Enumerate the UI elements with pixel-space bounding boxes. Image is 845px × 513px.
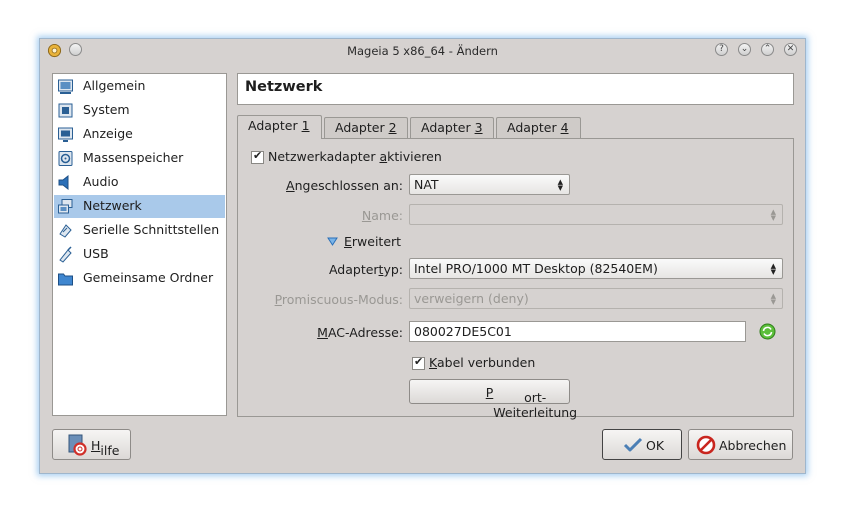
cable-connected-label[interactable]: Kabel verbunden bbox=[429, 355, 535, 370]
tab-label: Adapter bbox=[507, 120, 561, 135]
tab-label: Adapter bbox=[421, 120, 475, 135]
help-lifebuoy-icon bbox=[68, 434, 87, 456]
name-label: Name: bbox=[361, 208, 403, 223]
general-icon bbox=[58, 79, 73, 94]
sidebar-item-massenspeicher[interactable]: Massenspeicher bbox=[54, 147, 225, 170]
adapter-type-select[interactable]: Intel PRO/1000 MT Desktop (82540EM) ▲ ▼ bbox=[409, 258, 783, 279]
promiscuous-value: verweigern (deny) bbox=[414, 291, 529, 306]
adapter-type-label: Adaptertyp: bbox=[328, 262, 403, 277]
cancel-button-label: Abbrechen bbox=[719, 438, 787, 453]
attached-to-label: Angeschlossen an: bbox=[286, 178, 403, 193]
sidebar-item-label: Allgemein bbox=[83, 78, 146, 93]
tab-adapter-2[interactable]: Adapter 2 bbox=[324, 117, 408, 138]
tab-mnemonic: 1 bbox=[301, 118, 310, 133]
help-icon[interactable]: ? bbox=[715, 43, 728, 56]
sidebar-item-netzwerk[interactable]: Netzwerk bbox=[54, 195, 225, 218]
sidebar-item-label: System bbox=[83, 102, 130, 117]
sidebar-item-serielle-schnittstellen[interactable]: Serielle Schnittstellen bbox=[54, 219, 225, 242]
network-icon bbox=[58, 199, 73, 214]
title-bar[interactable]: Mageia 5 x86_64 - Ändern ? ⌄ ⌃ ✕ bbox=[40, 39, 805, 63]
tab-mnemonic: 2 bbox=[388, 120, 397, 135]
tab-adapter-3[interactable]: Adapter 3 bbox=[410, 117, 494, 138]
updown-arrow-icon: ▲ ▼ bbox=[557, 178, 563, 192]
sidebar-item-label: Audio bbox=[83, 174, 119, 189]
mac-address-field[interactable] bbox=[410, 322, 745, 341]
enable-adapter-label[interactable]: Netzwerkadapter aktivieren bbox=[268, 149, 442, 164]
usb-icon bbox=[59, 246, 72, 263]
help-button-label: Hilfe bbox=[91, 438, 120, 458]
mac-address-input[interactable] bbox=[409, 321, 746, 342]
sidebar-item-allgemein[interactable]: Allgemein bbox=[54, 75, 225, 98]
attached-to-value: NAT bbox=[414, 177, 439, 192]
cable-connected-checkbox[interactable] bbox=[412, 355, 425, 370]
audio-icon bbox=[58, 174, 69, 191]
checkmark-icon bbox=[623, 437, 643, 452]
tab-label: Adapter bbox=[335, 120, 389, 135]
advanced-toggle[interactable]: Erweitert bbox=[344, 234, 401, 249]
display-icon bbox=[58, 127, 73, 142]
sidebar-item-label: USB bbox=[83, 246, 109, 261]
page-title: Netzwerk bbox=[245, 79, 323, 95]
cancel-icon bbox=[696, 435, 716, 455]
sidebar-item-label: Gemeinsame Ordner bbox=[83, 270, 214, 285]
port-forwarding-button[interactable]: Port-Weiterleitung bbox=[409, 379, 578, 420]
storage-icon bbox=[58, 151, 73, 166]
attached-to-select[interactable]: NAT ▲ ▼ bbox=[409, 174, 570, 195]
expand-triangle-icon[interactable] bbox=[327, 237, 338, 246]
settings-category-list: Allgemein System Anzeige Massenspeicher … bbox=[52, 73, 227, 416]
ok-button-label: OK bbox=[646, 438, 665, 453]
page-title-box: Netzwerk bbox=[237, 73, 794, 105]
promiscuous-select[interactable]: verweigern (deny) ▲ ▼ bbox=[409, 288, 783, 309]
tab-mnemonic: 3 bbox=[474, 120, 483, 135]
settings-dialog: Mageia 5 x86_64 - Ändern ? ⌄ ⌃ ✕ Allgeme… bbox=[39, 38, 806, 474]
sidebar-item-label: Serielle Schnittstellen bbox=[83, 222, 220, 237]
shared-folder-icon bbox=[58, 273, 73, 286]
tab-adapter-1[interactable]: Adapter 1 bbox=[237, 115, 322, 139]
name-select[interactable]: ▲ ▼ bbox=[409, 204, 783, 225]
sidebar-item-label: Massenspeicher bbox=[83, 150, 184, 165]
adapter-type-value: Intel PRO/1000 MT Desktop (82540EM) bbox=[414, 261, 658, 276]
sidebar-item-usb[interactable]: USB bbox=[54, 243, 225, 266]
minimize-icon[interactable]: ⌄ bbox=[738, 43, 751, 56]
cancel-button[interactable]: Abbrechen bbox=[688, 429, 793, 460]
enable-adapter-checkbox[interactable] bbox=[251, 149, 264, 164]
sidebar-item-label: Netzwerk bbox=[83, 198, 142, 213]
sidebar-item-gemeinsame-ordner[interactable]: Gemeinsame Ordner bbox=[54, 267, 225, 290]
updown-arrow-icon: ▲ ▼ bbox=[770, 262, 776, 276]
port-forwarding-label: Port-Weiterleitung bbox=[485, 385, 578, 420]
tab-label: Adapter bbox=[248, 118, 302, 133]
updown-arrow-icon: ▲ ▼ bbox=[770, 292, 776, 306]
sidebar-item-anzeige[interactable]: Anzeige bbox=[54, 123, 225, 146]
tab-adapter-4[interactable]: Adapter 4 bbox=[496, 117, 581, 138]
tab-mnemonic: 4 bbox=[560, 120, 569, 135]
promiscuous-label: Promiscuous-Modus: bbox=[274, 292, 403, 307]
sidebar-item-system[interactable]: System bbox=[54, 99, 225, 122]
maximize-icon[interactable]: ⌃ bbox=[761, 43, 774, 56]
serial-port-icon bbox=[59, 224, 72, 238]
system-icon bbox=[58, 103, 73, 118]
ok-button[interactable]: OK bbox=[602, 429, 682, 460]
sidebar-item-label: Anzeige bbox=[83, 126, 133, 141]
window-title: Mageia 5 x86_64 - Ändern bbox=[347, 44, 498, 58]
refresh-mac-icon[interactable] bbox=[759, 323, 776, 340]
help-button[interactable]: Hilfe bbox=[52, 429, 131, 460]
mac-address-label: MAC-Adresse: bbox=[317, 325, 403, 340]
close-icon[interactable]: ✕ bbox=[784, 43, 797, 56]
updown-arrow-icon: ▲ ▼ bbox=[770, 208, 776, 222]
sidebar-item-audio[interactable]: Audio bbox=[54, 171, 225, 194]
